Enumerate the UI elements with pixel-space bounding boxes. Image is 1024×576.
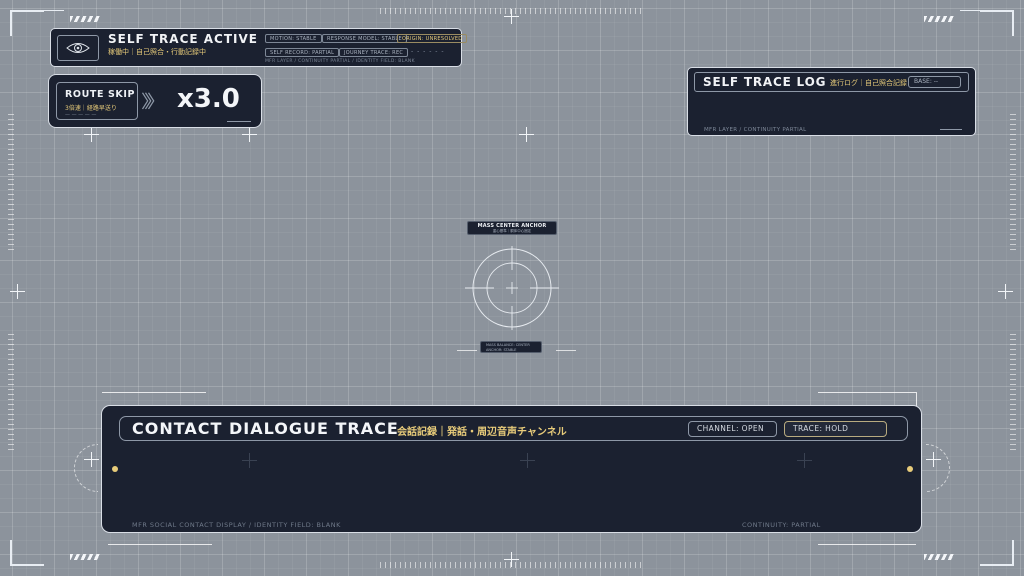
- crosshair-upper-left: [84, 127, 99, 142]
- stripe-top-left: [70, 16, 100, 22]
- tick-ruler-left-lower: [8, 330, 14, 450]
- crosshair-upper-left-2: [242, 127, 257, 142]
- mass-center-anchor-label: MASS CENTER ANCHOR 重心基準｜胴体中心固定: [467, 221, 557, 235]
- tick-ruler-right-lower: [1010, 330, 1016, 450]
- dialogue-footer-left: MFR SOCIAL CONTACT DISPLAY / IDENTITY FI…: [132, 521, 341, 529]
- mass-balance-line-2: ANCHOR: STABLE: [486, 348, 517, 352]
- route-skip-subtitle: 3倍速｜経路早送り: [65, 105, 117, 112]
- dialogue-crosshair-1: [242, 453, 257, 468]
- trace-hold-badge[interactable]: TRACE: HOLD: [784, 421, 887, 437]
- dialogue-dot-right: [907, 466, 913, 472]
- tag-origin: ORIGIN: UNRESOLVED: [397, 34, 468, 43]
- tag-response-model: RESPONSE MODEL: STABLE: [322, 34, 407, 43]
- tag-motion: MOTION: STABLE: [265, 34, 322, 43]
- self-trace-log-panel: SELF TRACE LOG 進行ログ｜自己照合記録 BASE: -- MFR …: [687, 67, 976, 136]
- self-trace-footer: MFR LAYER / CONTINUITY PARTIAL / IDENTIT…: [265, 59, 415, 64]
- frame-corner-bottom-left: [10, 540, 44, 566]
- log-footer-line: [940, 129, 962, 130]
- route-skip-title: ROUTE SKIP: [65, 89, 136, 100]
- tag-self-record: SELF RECORD: PARTIAL: [265, 48, 340, 57]
- crosshair-right: [998, 284, 1013, 299]
- frame-corner-top-left: [10, 10, 44, 36]
- dialogue-dot-left: [112, 466, 118, 472]
- eye-icon-frame: [57, 35, 99, 61]
- dialogue-bracket-top-right: [818, 392, 916, 393]
- eye-icon: [66, 43, 90, 53]
- frame-line-top-left: [44, 10, 64, 11]
- log-footer: MFR LAYER / CONTINUITY PARTIAL: [704, 127, 807, 133]
- log-header-box: SELF TRACE LOG 進行ログ｜自己照合記録 BASE: --: [694, 72, 969, 92]
- dialogue-header-box: CONTACT DIALOGUE TRACE 会話記録｜発話・周辺音声チャンネル…: [119, 416, 908, 441]
- log-title: SELF TRACE LOG: [703, 75, 827, 89]
- dialogue-arc-left: [74, 444, 98, 492]
- dialogue-bracket-top: [102, 392, 206, 393]
- tick-ruler-right: [1010, 110, 1016, 250]
- dialogue-bracket-bottom: [108, 544, 212, 545]
- mass-balance-label: MASS BALANCE: CENTER ANCHOR: STABLE: [480, 341, 542, 353]
- channel-open-badge[interactable]: CHANNEL: OPEN: [688, 421, 777, 437]
- crosshair-left: [10, 284, 25, 299]
- self-trace-panel: SELF TRACE ACTIVE 稼働中｜自己照合・行動記録中 MOTION:…: [50, 28, 468, 67]
- route-skip-label-box: ROUTE SKIP 3倍速｜経路早送り — — — — —: [56, 82, 138, 120]
- stripe-top-right: [924, 16, 954, 22]
- crosshair-bottom-center: [504, 552, 519, 567]
- crosshair-upper-mid: [519, 127, 534, 142]
- self-trace-subtitle: 稼働中｜自己照合・行動記録中: [108, 48, 206, 56]
- crosshair-top-center: [504, 9, 519, 24]
- stripe-bottom-left: [70, 554, 100, 560]
- stripe-bottom-right: [924, 554, 954, 560]
- frame-corner-top-right: [980, 10, 1014, 36]
- self-trace-dashes: - - - - - -: [411, 48, 445, 55]
- tag-journey-trace: JOURNEY TRACE: REC: [339, 48, 409, 57]
- dialogue-title: CONTACT DIALOGUE TRACE: [132, 419, 399, 438]
- route-skip-panel: ROUTE SKIP 3倍速｜経路早送り — — — — — 〉〉〉 x3.0: [48, 74, 262, 128]
- log-subtitle: 進行ログ｜自己照合記録: [830, 79, 907, 87]
- route-skip-multiplier: x3.0: [177, 84, 240, 114]
- self-trace-title: SELF TRACE ACTIVE: [108, 32, 258, 46]
- route-skip-underline: [227, 121, 251, 122]
- dialogue-bracket-bottom-right: [818, 544, 916, 545]
- route-skip-dashes: — — — — —: [65, 112, 97, 118]
- dialogue-subtitle: 会話記録｜発話・周辺音声チャンネル: [397, 427, 567, 438]
- contact-dialogue-panel: CONTACT DIALOGUE TRACE 会話記録｜発話・周辺音声チャンネル…: [101, 405, 922, 533]
- dialogue-footer-right: CONTINUITY: PARTIAL: [742, 521, 821, 529]
- tick-ruler-left: [8, 110, 14, 250]
- log-base-badge: BASE: --: [908, 76, 961, 88]
- target-reticle-icon: [465, 246, 559, 330]
- dialogue-bracket-right-vert: [916, 392, 917, 406]
- frame-line-top-right: [960, 10, 980, 11]
- anchor-subtitle: 重心基準｜胴体中心固定: [492, 229, 532, 233]
- anchor-right-line: [556, 350, 576, 351]
- dialogue-arc-right: [926, 444, 950, 492]
- mass-balance-line-1: MASS BALANCE: CENTER: [486, 343, 530, 347]
- dialogue-crosshair-3: [797, 453, 812, 468]
- chevron-right-icon: 〉〉〉: [141, 92, 165, 113]
- dialogue-crosshair-2: [520, 453, 535, 468]
- frame-corner-bottom-right: [980, 540, 1014, 566]
- anchor-left-line: [457, 350, 477, 351]
